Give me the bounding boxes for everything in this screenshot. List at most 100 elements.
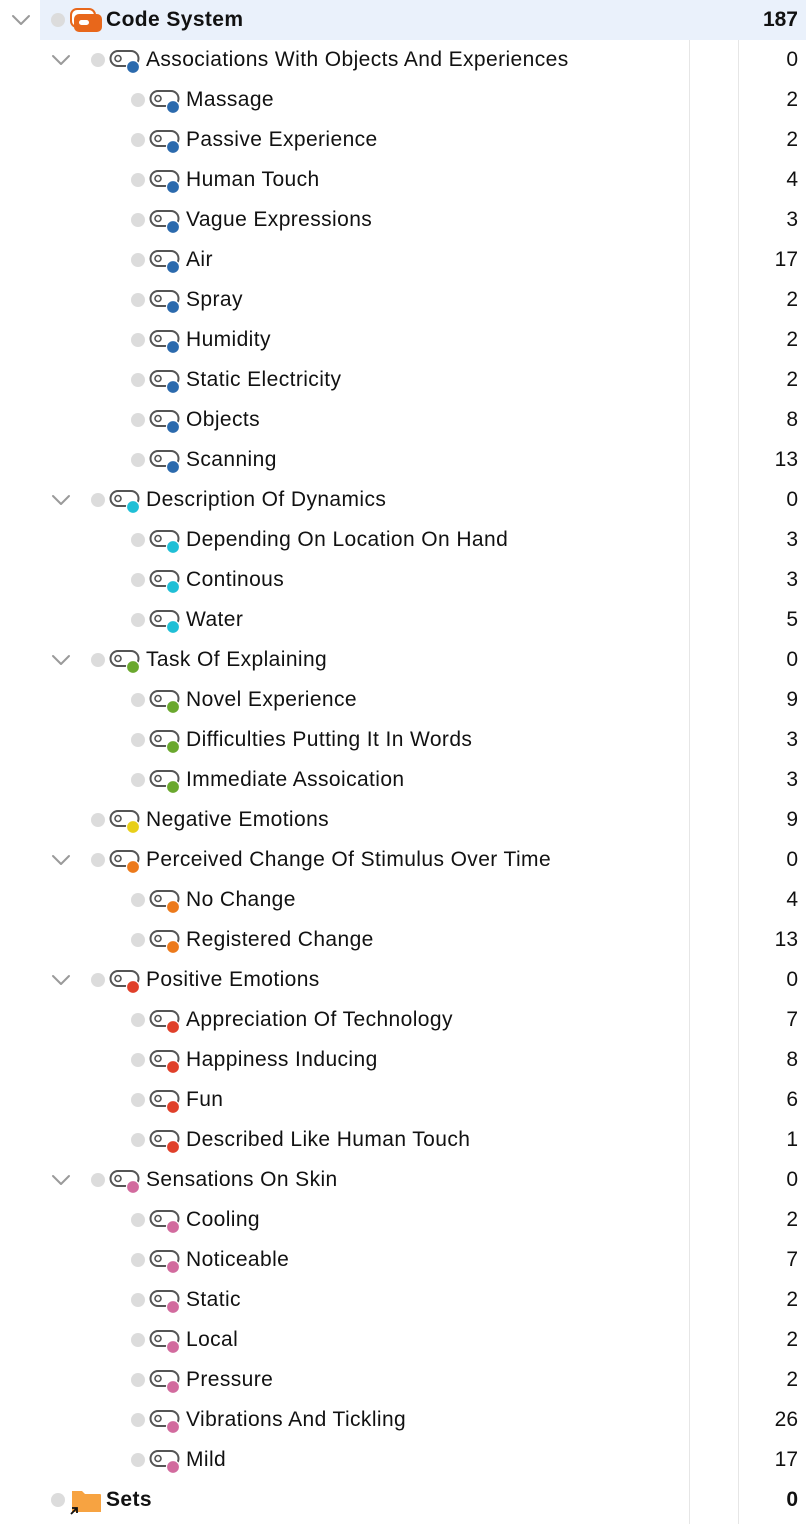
tree-row-code-system[interactable]: Code System 187 — [0, 0, 806, 40]
tree-row-parent-code[interactable]: Negative Emotions 9 — [0, 800, 806, 840]
chevron-down-icon[interactable] — [50, 849, 72, 871]
tree-row-subcode[interactable]: Depending On Location On Hand 3 — [0, 520, 806, 560]
code-system-icon — [68, 6, 104, 34]
tree-row-parent-code[interactable]: Positive Emotions 0 — [0, 960, 806, 1000]
status-dot[interactable] — [131, 1133, 145, 1147]
status-dot[interactable] — [131, 1053, 145, 1067]
code-label: Novel Experience — [186, 688, 357, 711]
code-label: Vague Expressions — [186, 208, 373, 231]
status-dot[interactable] — [91, 973, 105, 987]
code-label: Air — [186, 248, 213, 271]
tree-row-subcode[interactable]: Appreciation Of Technology 7 — [0, 1000, 806, 1040]
status-dot[interactable] — [131, 613, 145, 627]
tree-row-subcode[interactable]: No Change 4 — [0, 880, 806, 920]
status-dot[interactable] — [131, 693, 145, 707]
tree-row-subcode[interactable]: Human Touch 4 — [0, 160, 806, 200]
tree-row-parent-code[interactable]: Associations With Objects And Experience… — [0, 40, 806, 80]
status-dot[interactable] — [131, 1253, 145, 1267]
status-dot[interactable] — [131, 1093, 145, 1107]
tree-row-sets[interactable]: Sets 0 — [0, 1480, 806, 1520]
coded-segments-count: 2 — [786, 88, 798, 111]
status-dot[interactable] — [131, 453, 145, 467]
chevron-down-icon[interactable] — [50, 49, 72, 71]
tree-row-subcode[interactable]: Pressure 2 — [0, 1360, 806, 1400]
chevron-down-icon[interactable] — [50, 489, 72, 511]
status-dot[interactable] — [131, 1213, 145, 1227]
coded-segments-count: 2 — [786, 1288, 798, 1311]
tree-row-subcode[interactable]: Spray 2 — [0, 280, 806, 320]
code-system-tree: Code System 187 Associations With Objects … — [0, 0, 806, 1524]
tree-row-parent-code[interactable]: Perceived Change Of Stimulus Over Time 0 — [0, 840, 806, 880]
code-label: Continous — [186, 568, 285, 591]
tree-row-subcode[interactable]: Static Electricity 2 — [0, 360, 806, 400]
status-dot[interactable] — [131, 93, 145, 107]
code-tag-icon — [149, 1048, 185, 1076]
tree-row-parent-code[interactable]: Task Of Explaining 0 — [0, 640, 806, 680]
tree-row-subcode[interactable]: Passive Experience 2 — [0, 120, 806, 160]
code-label: Objects — [186, 408, 260, 431]
code-label: Difficulties Putting It In Words — [186, 728, 473, 751]
code-tag-icon — [149, 888, 185, 916]
chevron-down-icon[interactable] — [50, 1169, 72, 1191]
tree-row-subcode[interactable]: Mild 17 — [0, 1440, 806, 1480]
status-dot[interactable] — [131, 1013, 145, 1027]
status-dot[interactable] — [131, 933, 145, 947]
tree-row-subcode[interactable]: Air 17 — [0, 240, 806, 280]
tree-row-subcode[interactable]: Happiness Inducing 8 — [0, 1040, 806, 1080]
status-dot[interactable] — [131, 1333, 145, 1347]
tree-row-subcode[interactable]: Immediate Assoication 3 — [0, 760, 806, 800]
status-dot[interactable] — [91, 53, 105, 67]
chevron-down-icon[interactable] — [50, 649, 72, 671]
status-dot[interactable] — [131, 173, 145, 187]
chevron-down-icon[interactable] — [10, 9, 32, 31]
status-dot[interactable] — [131, 1413, 145, 1427]
tree-row-subcode[interactable]: Novel Experience 9 — [0, 680, 806, 720]
status-dot[interactable] — [131, 133, 145, 147]
status-dot[interactable] — [131, 1453, 145, 1467]
tree-row-subcode[interactable]: Difficulties Putting It In Words 3 — [0, 720, 806, 760]
status-dot[interactable] — [131, 293, 145, 307]
tree-row-subcode[interactable]: Fun 6 — [0, 1080, 806, 1120]
tree-row-subcode[interactable]: Scanning 13 — [0, 440, 806, 480]
status-dot[interactable] — [131, 373, 145, 387]
tree-row-subcode[interactable]: Noticeable 7 — [0, 1240, 806, 1280]
tree-row-subcode[interactable]: Described Like Human Touch 1 — [0, 1120, 806, 1160]
coded-segments-count: 0 — [786, 48, 798, 71]
tree-row-subcode[interactable]: Local 2 — [0, 1320, 806, 1360]
status-dot[interactable] — [131, 893, 145, 907]
status-dot[interactable] — [131, 213, 145, 227]
status-dot[interactable] — [131, 773, 145, 787]
coded-segments-count: 9 — [786, 808, 798, 831]
status-dot[interactable] — [91, 493, 105, 507]
coded-segments-count: 0 — [786, 648, 798, 671]
status-dot[interactable] — [131, 413, 145, 427]
tree-row-parent-code[interactable]: Sensations On Skin 0 — [0, 1160, 806, 1200]
tree-row-subcode[interactable]: Cooling 2 — [0, 1200, 806, 1240]
tree-row-subcode[interactable]: Static 2 — [0, 1280, 806, 1320]
status-dot[interactable] — [131, 1293, 145, 1307]
tree-row-subcode[interactable]: Water 5 — [0, 600, 806, 640]
tree-row-subcode[interactable]: Continous 3 — [0, 560, 806, 600]
code-tag-icon — [149, 1008, 185, 1036]
tree-row-subcode[interactable]: Massage 2 — [0, 80, 806, 120]
tree-row-subcode[interactable]: Objects 8 — [0, 400, 806, 440]
tree-row-subcode[interactable]: Humidity 2 — [0, 320, 806, 360]
status-dot[interactable] — [131, 333, 145, 347]
status-dot[interactable] — [91, 653, 105, 667]
status-dot[interactable] — [131, 253, 145, 267]
status-dot[interactable] — [91, 1173, 105, 1187]
status-dot[interactable] — [131, 533, 145, 547]
code-tag-icon — [109, 648, 145, 676]
tree-row-parent-code[interactable]: Description Of Dynamics 0 — [0, 480, 806, 520]
status-dot[interactable] — [51, 1493, 65, 1507]
status-dot[interactable] — [131, 733, 145, 747]
tree-row-subcode[interactable]: Vague Expressions 3 — [0, 200, 806, 240]
tree-row-subcode[interactable]: Registered Change 13 — [0, 920, 806, 960]
chevron-down-icon[interactable] — [50, 969, 72, 991]
tree-row-subcode[interactable]: Vibrations And Tickling 26 — [0, 1400, 806, 1440]
status-dot[interactable] — [131, 1373, 145, 1387]
status-dot[interactable] — [131, 573, 145, 587]
status-dot[interactable] — [91, 853, 105, 867]
status-dot[interactable] — [51, 13, 65, 27]
status-dot[interactable] — [91, 813, 105, 827]
